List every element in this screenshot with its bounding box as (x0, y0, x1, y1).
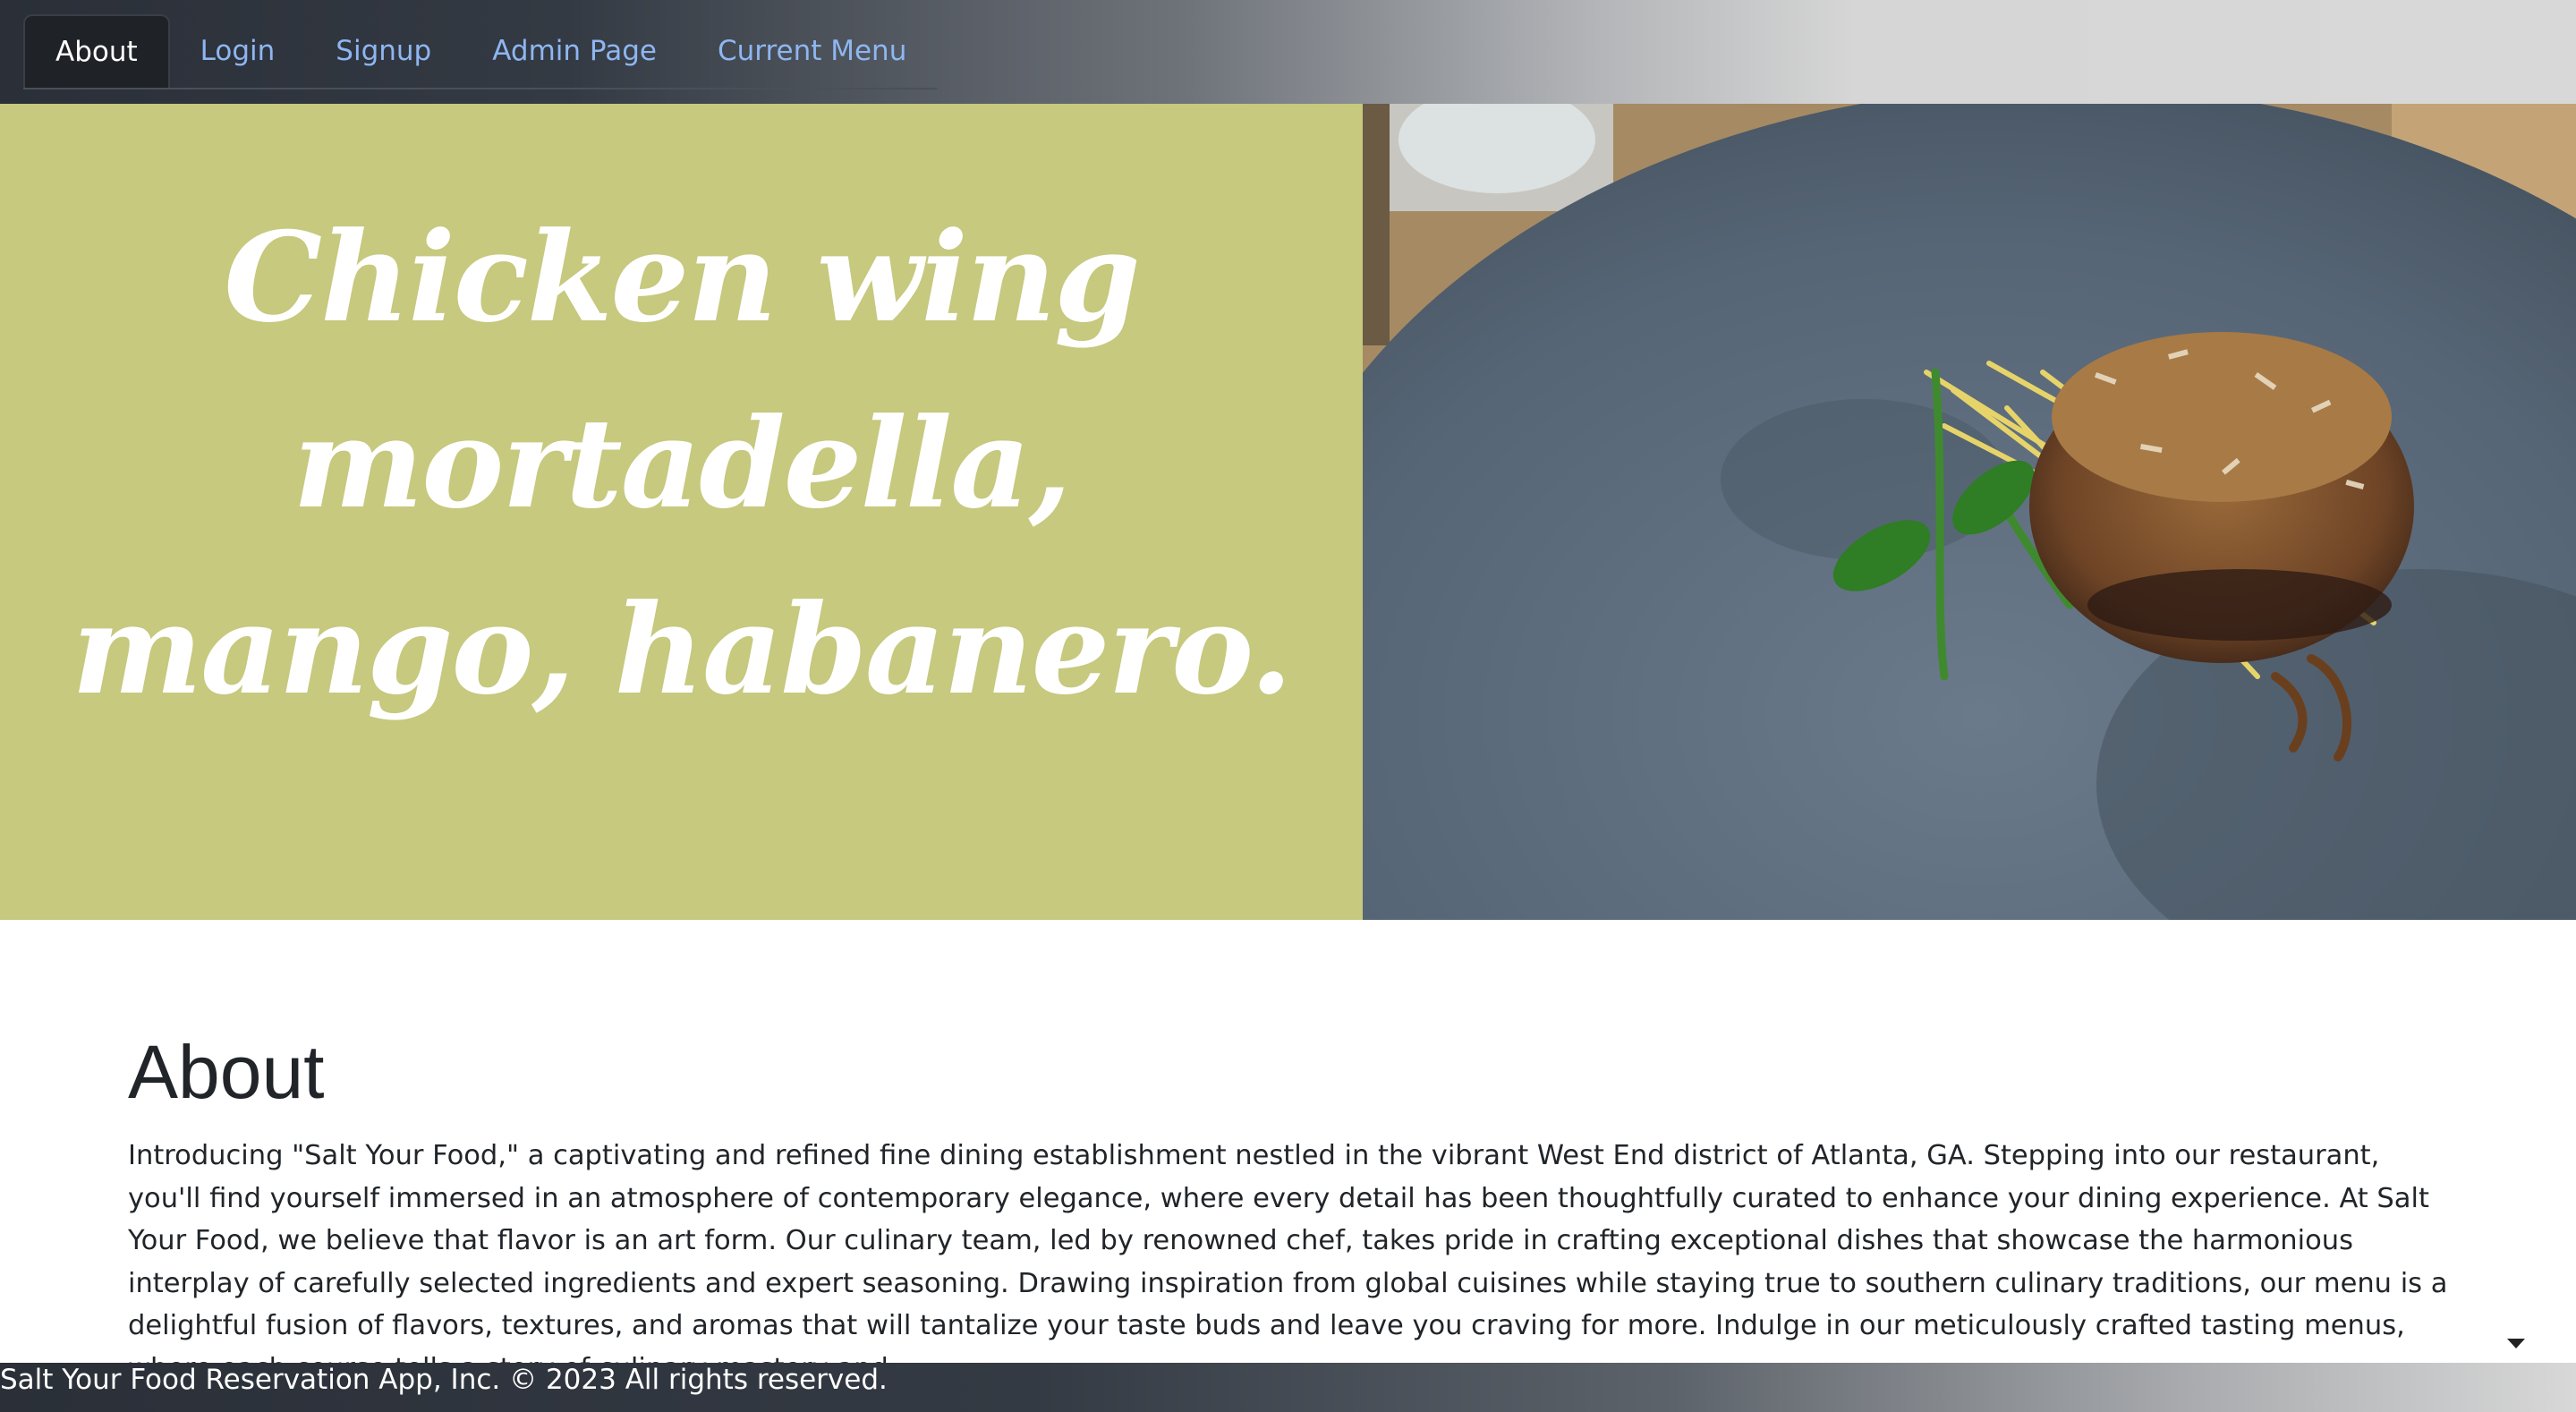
top-navbar: About Login Signup Admin Page Current Me… (0, 0, 2576, 104)
hero-carousel[interactable]: Chicken wing mortadella, mango, habanero… (0, 104, 2576, 920)
tab-about[interactable]: About (23, 14, 170, 88)
tab-login[interactable]: Login (170, 14, 306, 88)
about-heading: About (128, 1030, 325, 1114)
about-description: Introducing "Salt Your Food," a captivat… (128, 1140, 2448, 1364)
scroll-down-caret-icon[interactable] (2507, 1339, 2525, 1348)
footer-copyright: Salt Your Food Reservation App, Inc. © 2… (0, 1364, 888, 1396)
footer: Salt Your Food Reservation App, Inc. © 2… (0, 1363, 2576, 1412)
carousel-caption-panel: Chicken wing mortadella, mango, habanero… (0, 104, 1363, 920)
carousel-caption: Chicken wing mortadella, mango, habanero… (72, 204, 1293, 722)
nav-tabs: About Login Signup Admin Page Current Me… (23, 14, 938, 89)
plated-dish-photo (1363, 104, 2576, 920)
tab-current-menu[interactable]: Current Menu (687, 14, 937, 88)
tab-admin-page[interactable]: Admin Page (462, 14, 687, 88)
tab-signup[interactable]: Signup (305, 14, 462, 88)
